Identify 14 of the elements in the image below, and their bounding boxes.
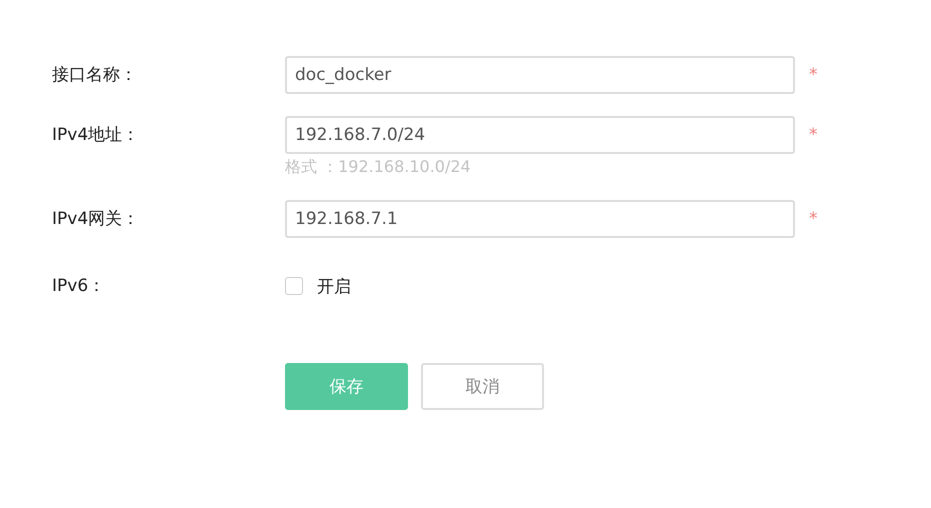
input-field[interactable]: doc_docker (285, 56, 795, 94)
field-label: IPv4网关： (52, 208, 140, 231)
required-mark: * (809, 209, 818, 229)
checkbox[interactable] (285, 277, 303, 295)
required-mark: * (809, 125, 818, 145)
checkbox-label[interactable]: 开启 (317, 274, 351, 298)
field-label: IPv4地址： (52, 124, 140, 147)
required-mark: * (809, 65, 818, 85)
field-label: 接口名称： (52, 64, 138, 87)
format-hint: 格式 ：192.168.10.0/24 (285, 156, 472, 178)
input-field[interactable]: 192.168.7.0/24 (285, 116, 795, 154)
input-field[interactable]: 192.168.7.1 (285, 200, 795, 238)
field-label: IPv6： (52, 276, 106, 296)
cancel-button[interactable]: 取消 (421, 363, 544, 410)
